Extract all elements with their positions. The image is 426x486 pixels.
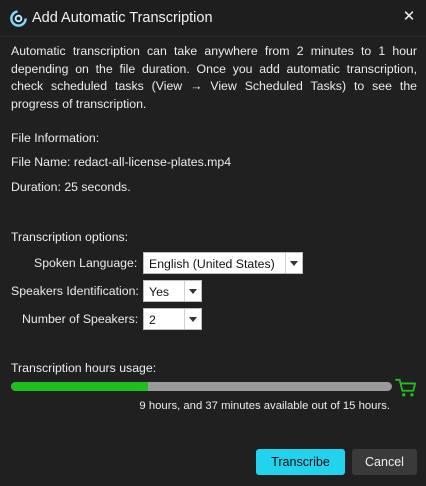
usage-progress-bar: [11, 382, 392, 391]
speakers-identification-value: Yes: [149, 285, 170, 299]
title-bar: Add Automatic Transcription ✕: [0, 0, 426, 37]
duration-text: Duration: 25 seconds.: [11, 180, 131, 194]
chevron-down-icon[interactable]: [184, 281, 201, 301]
number-of-speakers-value: 2: [149, 313, 156, 327]
dialog-title: Add Automatic Transcription: [32, 10, 213, 26]
file-name-text: File Name: redact-all-license-plates.mp4: [11, 155, 232, 169]
add-transcription-dialog: Add Automatic Transcription ✕ Automatic …: [0, 0, 426, 486]
description-text: Automatic transcription can take anywher…: [11, 44, 417, 111]
spoken-language-label: Spoken Language:: [34, 256, 138, 270]
transcribe-button[interactable]: Transcribe: [256, 449, 345, 475]
chevron-down-icon[interactable]: [285, 253, 302, 273]
cancel-button[interactable]: Cancel: [352, 449, 417, 475]
app-logo-icon: [10, 10, 27, 27]
transcription-options-heading: Transcription options:: [11, 230, 129, 244]
file-info-heading: File Information:: [11, 131, 100, 145]
usage-summary-text: 9 hours, and 37 minutes available out of…: [139, 400, 390, 412]
spoken-language-value: English (United States): [149, 257, 275, 271]
speakers-identification-select[interactable]: Yes: [143, 280, 202, 302]
usage-progress-fill: [11, 382, 149, 391]
number-of-speakers-select[interactable]: 2: [143, 308, 202, 330]
close-icon[interactable]: ✕: [402, 9, 416, 24]
usage-heading: Transcription hours usage:: [11, 361, 157, 375]
chevron-down-icon[interactable]: [184, 309, 201, 329]
shopping-cart-icon[interactable]: [395, 378, 417, 398]
spoken-language-select[interactable]: English (United States): [143, 252, 303, 274]
number-of-speakers-label: Number of Speakers:: [22, 312, 139, 326]
speakers-identification-label: Speakers Identification:: [11, 284, 139, 298]
